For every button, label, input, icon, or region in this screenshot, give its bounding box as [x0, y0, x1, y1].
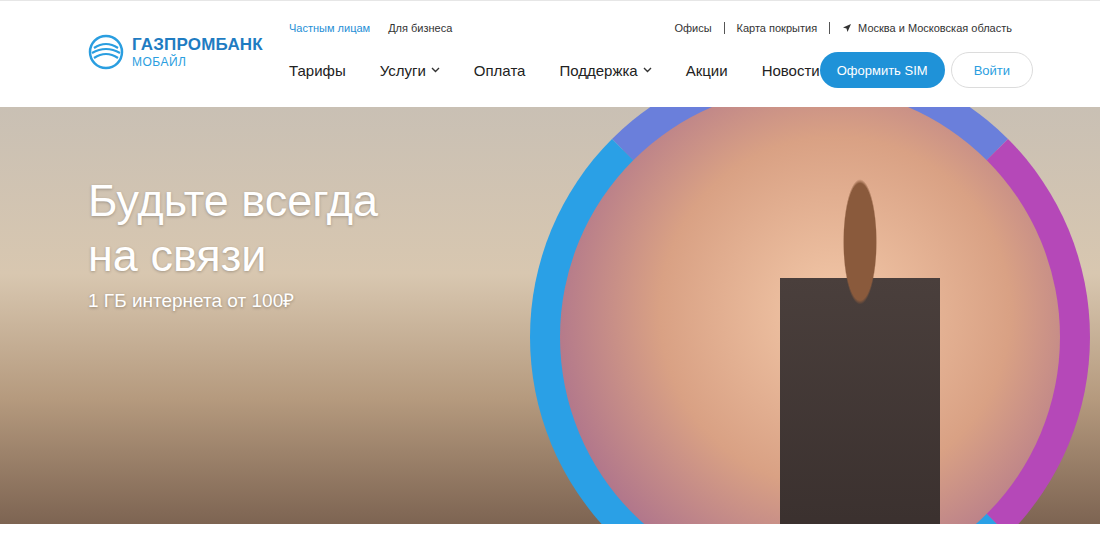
- chevron-down-icon: [643, 67, 652, 73]
- header-menus: Частным лицам Для бизнеса ОфисыКарта покры…: [289, 17, 1012, 88]
- header-buttons: Оформить SIMВойти: [820, 52, 1033, 88]
- page-bottom: [0, 524, 1100, 537]
- main-nav: Тарифы Услуги Оплата Поддержка Акции Новости: [289, 62, 820, 79]
- hero-title-line: Будьте всегда: [88, 173, 1100, 228]
- header: ГАЗПРОМБАНК МОБАЙЛ Частным лицам Для бизнес…: [0, 0, 1100, 107]
- chevron-down-icon: [431, 67, 440, 73]
- region-selector[interactable]: Москва и Московская область: [829, 22, 1012, 34]
- logo-name: ГАЗПРОМБАНК: [132, 36, 263, 53]
- nav-label: Оплата: [474, 62, 526, 79]
- nav-label: Акции: [686, 62, 728, 79]
- location-arrow-icon: [842, 23, 852, 33]
- segment-link[interactable]: Для бизнеса: [388, 22, 452, 34]
- main-nav-bar: Тарифы Услуги Оплата Поддержка Акции НовостиО…: [289, 52, 1012, 88]
- segment-link[interactable]: Частным лицам: [289, 22, 370, 34]
- nav-item[interactable]: Услуги: [380, 62, 440, 79]
- hero-photo: [780, 177, 940, 524]
- nav-item[interactable]: Новости: [762, 62, 820, 79]
- nav-item[interactable]: Поддержка: [559, 62, 651, 79]
- globe-logo-icon: [88, 34, 124, 70]
- hero-subtitle: 1 ГБ интернета от 100₽: [88, 287, 1100, 313]
- nav-label: Новости: [762, 62, 820, 79]
- order-sim-button[interactable]: Оформить SIM: [820, 52, 945, 88]
- hero-text: Будьте всегдана связи 1 ГБ интернета от 1…: [0, 107, 1100, 313]
- hero-title-line: на связи: [88, 228, 1100, 283]
- nav-item[interactable]: Оплата: [474, 62, 526, 79]
- hero-banner[interactable]: Будьте всегдана связи 1 ГБ интернета от 1…: [0, 107, 1100, 524]
- segment-switch: Частным лицам Для бизнеса: [289, 22, 452, 34]
- logo-text: ГАЗПРОМБАНК МОБАЙЛ: [132, 36, 263, 68]
- login-button[interactable]: Войти: [951, 52, 1033, 88]
- nav-label: Поддержка: [559, 62, 637, 79]
- logo[interactable]: ГАЗПРОМБАНК МОБАЙЛ: [88, 17, 289, 70]
- hero-title: Будьте всегдана связи: [88, 173, 1100, 283]
- nav-item[interactable]: Акции: [686, 62, 728, 79]
- nav-item[interactable]: Тарифы: [289, 62, 346, 79]
- top-link[interactable]: Карта покрытия: [724, 22, 830, 34]
- nav-label: Тарифы: [289, 62, 346, 79]
- nav-label: Услуги: [380, 62, 426, 79]
- top-link[interactable]: Офисы: [662, 22, 723, 34]
- top-links: ОфисыКарта покрытия Москва и Московская о…: [662, 22, 1012, 34]
- region-label: Москва и Московская область: [858, 22, 1012, 34]
- logo-sub: МОБАЙЛ: [132, 56, 263, 68]
- top-bar: Частным лицам Для бизнеса ОфисыКарта покры…: [289, 17, 1012, 39]
